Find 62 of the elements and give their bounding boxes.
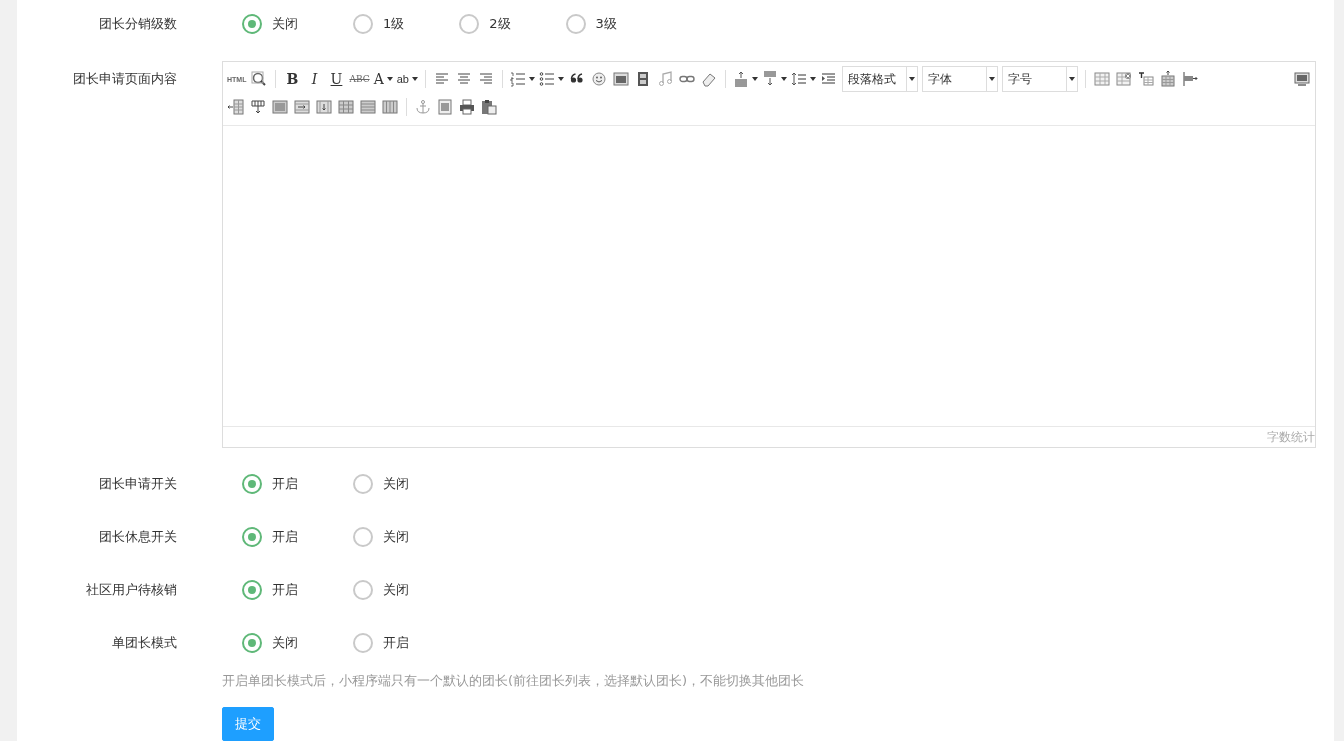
table-rows-icon[interactable] — [359, 97, 377, 117]
table-arrow-down-icon[interactable] — [315, 97, 333, 117]
field-label: 团长休息开关 — [98, 528, 178, 546]
radio-button[interactable] — [353, 527, 373, 547]
radio-button[interactable] — [353, 633, 373, 653]
radio-button[interactable] — [353, 474, 373, 494]
field-label: 团长申请开关 — [98, 475, 178, 493]
table-arrow-right-icon[interactable] — [293, 97, 311, 117]
radio-option[interactable]: 关闭 — [353, 474, 409, 494]
toolbar-select[interactable]: 段落格式 — [842, 66, 918, 92]
radio-button[interactable] — [353, 580, 373, 600]
word-count: 字数统计 — [1267, 428, 1315, 446]
insert-row-icon[interactable] — [1159, 69, 1177, 89]
bold-icon[interactable]: B — [283, 69, 302, 89]
table-icon[interactable] — [1093, 69, 1111, 89]
radio-button[interactable] — [565, 14, 586, 34]
radio-button[interactable] — [242, 580, 262, 600]
insert-column-icon[interactable] — [227, 97, 245, 117]
radio-option[interactable]: 关闭 — [242, 633, 298, 653]
radio-option[interactable]: 关闭 — [242, 14, 298, 34]
dropdown-button[interactable] — [733, 69, 758, 89]
radio-option[interactable]: 关闭 — [353, 527, 409, 547]
delete-table-icon[interactable] — [1115, 69, 1133, 89]
image-icon[interactable] — [612, 69, 630, 89]
radio-button[interactable] — [242, 474, 262, 494]
radio-option[interactable]: 2级 — [459, 14, 511, 34]
paste-icon[interactable] — [480, 97, 498, 117]
radio-option[interactable]: 开启 — [242, 474, 298, 494]
field-label: 社区用户待核销 — [85, 581, 178, 599]
anchor-icon[interactable] — [414, 97, 432, 117]
underline-icon[interactable]: U — [327, 69, 346, 89]
radio-button[interactable] — [459, 14, 480, 34]
field-label: 团长分销级数 — [98, 15, 178, 33]
monitor-icon[interactable] — [1293, 69, 1311, 89]
line-height-icon — [791, 71, 807, 87]
spacing-top-icon — [733, 71, 749, 87]
toolbar-select[interactable]: 字体 — [922, 66, 998, 92]
printer-icon[interactable] — [458, 97, 476, 117]
dropdown-button[interactable] — [539, 69, 564, 89]
radio-option[interactable]: 3级 — [565, 14, 617, 34]
radio-option[interactable]: 关闭 — [353, 580, 409, 600]
strikethrough-icon[interactable]: ABC — [349, 69, 370, 89]
field-label: 单团长模式 — [111, 634, 178, 652]
radio-option[interactable]: 开启 — [242, 580, 298, 600]
radio-option[interactable]: 开启 — [353, 633, 409, 653]
radio-option[interactable]: 1级 — [353, 14, 405, 34]
radio-button[interactable] — [242, 14, 262, 34]
radio-option[interactable]: 开启 — [242, 527, 298, 547]
bullet-list-icon — [539, 71, 555, 87]
italic-icon[interactable]: I — [305, 69, 324, 89]
radio-button[interactable] — [242, 633, 262, 653]
field-label: 团长申请页面内容 — [72, 70, 178, 88]
radio-button[interactable] — [353, 14, 373, 34]
radio-button[interactable] — [242, 527, 262, 547]
table-grid-icon[interactable] — [337, 97, 355, 117]
table-columns-icon[interactable] — [381, 97, 399, 117]
dropdown-button[interactable] — [510, 69, 535, 89]
smiley-icon[interactable] — [590, 69, 608, 89]
table-title-icon[interactable] — [1137, 69, 1155, 89]
spacing-bottom-icon — [762, 71, 778, 87]
numbered-list-icon — [510, 71, 526, 87]
toolbar-select[interactable]: 字号 — [1002, 66, 1078, 92]
